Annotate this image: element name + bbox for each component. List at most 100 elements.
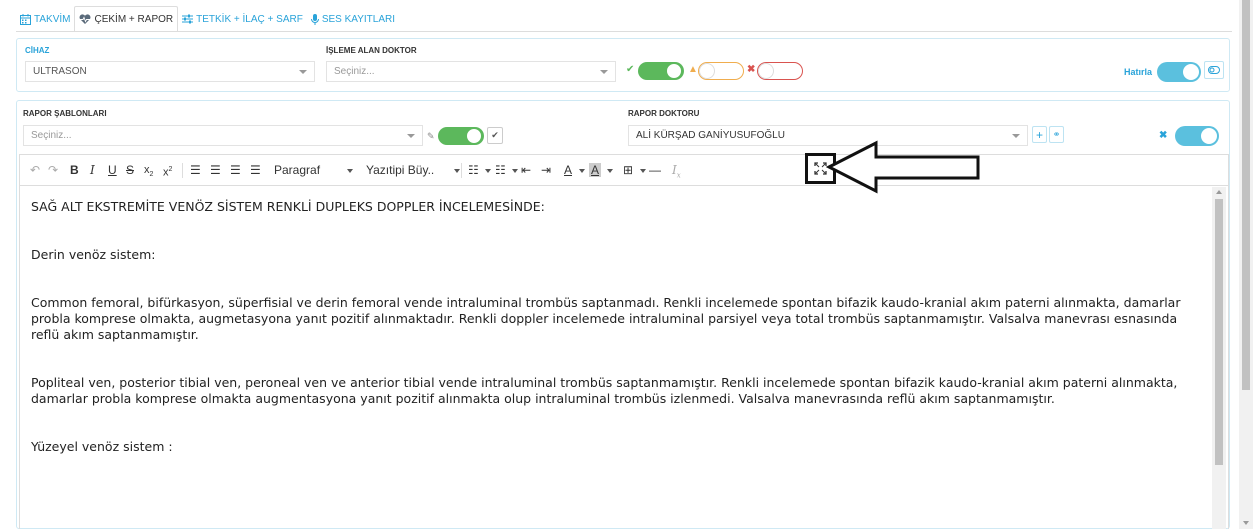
warning-icon: ▲ xyxy=(688,64,698,75)
tag-icon: ✎ xyxy=(427,131,435,141)
tab-bar: TAKVİM ÇEKİM + RAPOR TETKİK + İLAÇ + SAR… xyxy=(16,6,399,32)
tab-divider xyxy=(16,31,1232,32)
cihaz-value: ULTRASON xyxy=(33,66,87,77)
switch-knob xyxy=(1200,127,1218,145)
indent-icon[interactable]: ⇥ xyxy=(541,163,551,177)
chevron-down-icon xyxy=(600,70,608,74)
hatirla-switch[interactable] xyxy=(1157,62,1201,82)
chevron-down-icon xyxy=(299,70,307,74)
tab-label: TETKİK + İLAÇ + SARF xyxy=(196,13,303,25)
microphone-icon xyxy=(310,13,319,25)
tab-takvim[interactable]: TAKVİM xyxy=(16,6,74,32)
toggle-view-button[interactable] xyxy=(1204,61,1224,79)
chevron-down-icon xyxy=(1012,134,1020,138)
warning-switch[interactable] xyxy=(698,62,744,80)
strikethrough-icon[interactable]: S xyxy=(126,163,134,177)
tab-label: ÇEKİM + RAPOR xyxy=(94,13,174,25)
report-panel: RAPOR ŞABLONLARI Seçiniz... ✎ ✔ RAPOR DO… xyxy=(16,100,1230,529)
scroll-up-icon[interactable] xyxy=(1216,190,1222,194)
close-icon: ✖ xyxy=(747,64,756,75)
doctor-switch[interactable] xyxy=(1175,126,1219,146)
sliders-icon xyxy=(182,14,194,24)
link-icon: ⚭ xyxy=(1052,129,1061,139)
calendar-icon xyxy=(20,13,31,25)
rapor-sablon-select[interactable]: Seçiniz... xyxy=(23,125,423,146)
toggle-icon xyxy=(1208,66,1220,74)
sablon-placeholder: Seçiniz... xyxy=(31,130,72,141)
background-color-icon[interactable]: A xyxy=(589,163,602,177)
table-icon[interactable]: ⊞ xyxy=(623,163,633,177)
switch-knob xyxy=(466,128,482,144)
tab-cekim-rapor[interactable]: ÇEKİM + RAPOR xyxy=(74,6,179,32)
rapor-doktoru-label: RAPOR DOKTORU xyxy=(628,109,700,118)
report-heading: SAĞ ALT EKSTREMİTE VENÖZ SİSTEM RENKLİ D… xyxy=(31,199,545,214)
tab-tetkik-ilac-sarf[interactable]: TETKİK + İLAÇ + SARF xyxy=(178,6,307,32)
report-paragraph: Popliteal ven, posterior tibial ven, per… xyxy=(31,375,1178,406)
switch-knob xyxy=(666,63,682,79)
scroll-down-icon[interactable] xyxy=(1243,521,1249,525)
rapor-sablonlari-label: RAPOR ŞABLONLARI xyxy=(23,109,107,118)
chevron-down-icon xyxy=(512,169,518,173)
add-doctor-button[interactable]: + xyxy=(1032,126,1047,143)
annotation-arrow-icon xyxy=(826,140,980,194)
chevron-down-icon xyxy=(454,169,460,173)
chevron-down-icon xyxy=(579,169,585,173)
outdent-icon[interactable]: ⇤ xyxy=(521,163,531,177)
doktor-placeholder: Seçiniz... xyxy=(334,66,375,77)
bold-icon[interactable]: B xyxy=(70,163,79,177)
isleme-alan-doktor-select[interactable]: Seçiniz... xyxy=(326,61,616,82)
align-center-icon[interactable]: ☰ xyxy=(210,163,221,177)
toolbar-separator xyxy=(182,163,183,178)
apply-template-button[interactable]: ✔ xyxy=(487,127,503,144)
tab-ses-kayitlari[interactable]: SES KAYITLARI xyxy=(307,6,399,32)
rapor-doktoru-value: ALİ KÜRŞAD GANİYUSUFOĞLU xyxy=(636,130,785,141)
align-right-icon[interactable]: ☰ xyxy=(230,163,241,177)
chevron-down-icon xyxy=(407,134,415,138)
tab-label: TAKVİM xyxy=(34,13,71,25)
scroll-thumb[interactable] xyxy=(1215,199,1223,465)
approve-switch[interactable] xyxy=(638,62,684,80)
superscript-icon[interactable]: x2 xyxy=(163,163,172,180)
section-superficial-venous: Yüzeyel venöz sistem : xyxy=(31,439,173,454)
chevron-down-icon xyxy=(485,169,491,173)
device-panel: CİHAZ ULTRASON İŞLEME ALAN DOKTOR Seçini… xyxy=(16,38,1230,92)
align-justify-icon[interactable]: ☰ xyxy=(250,163,261,177)
font-size-select[interactable]: Yazıtipi Büy.. xyxy=(366,163,434,177)
italic-icon[interactable]: I xyxy=(90,163,95,177)
reject-switch[interactable] xyxy=(757,62,803,80)
page-scroll-thumb[interactable] xyxy=(1242,0,1250,390)
check-icon: ✔ xyxy=(491,130,499,140)
editor-toolbar: ↶ ↷ B I U S x2 x2 ☰ ☰ ☰ ☰ Paragraf Yazıt… xyxy=(20,155,1228,186)
cihaz-select[interactable]: ULTRASON xyxy=(25,61,315,82)
clear-format-icon[interactable]: Ix xyxy=(672,163,681,182)
cihaz-label: CİHAZ xyxy=(25,46,50,55)
text-color-icon[interactable]: A xyxy=(564,163,572,177)
heartbeat-icon xyxy=(80,13,91,24)
tab-label: SES KAYITLARI xyxy=(321,13,396,25)
check-icon: ✔ xyxy=(626,64,635,75)
switch-knob xyxy=(699,63,715,79)
link-doctor-button[interactable]: ⚭ xyxy=(1049,126,1064,143)
plus-icon: + xyxy=(1035,127,1043,142)
switch-knob xyxy=(1182,63,1200,81)
redo-icon[interactable]: ↷ xyxy=(48,163,58,177)
numbered-list-icon[interactable]: ☷ xyxy=(495,163,506,177)
chevron-down-icon xyxy=(640,169,646,173)
page-scrollbar[interactable] xyxy=(1239,0,1253,529)
paragraph-format-select[interactable]: Paragraf xyxy=(274,163,320,177)
report-paragraph: Common femoral, bifürkasyon, süperfisial… xyxy=(31,295,1181,342)
align-left-icon[interactable]: ☰ xyxy=(190,163,201,177)
switch-knob xyxy=(758,63,774,79)
editor-scrollbar[interactable] xyxy=(1212,187,1226,529)
undo-icon[interactable]: ↶ xyxy=(30,163,40,177)
sablon-switch[interactable] xyxy=(438,127,484,145)
hatirla-label: Hatırla xyxy=(1124,67,1153,77)
subscript-icon[interactable]: x2 xyxy=(144,163,153,182)
isleme-alan-doktor-label: İŞLEME ALAN DOKTOR xyxy=(326,46,417,55)
toolbar-separator xyxy=(461,163,462,178)
bullet-list-icon[interactable]: ☷ xyxy=(468,163,479,177)
editor-content[interactable]: SAĞ ALT EKSTREMİTE VENÖZ SİSTEM RENKLİ D… xyxy=(20,187,1210,529)
underline-icon[interactable]: U xyxy=(108,163,117,177)
chevron-down-icon xyxy=(347,169,353,173)
horizontal-line-icon[interactable]: — xyxy=(649,163,661,177)
